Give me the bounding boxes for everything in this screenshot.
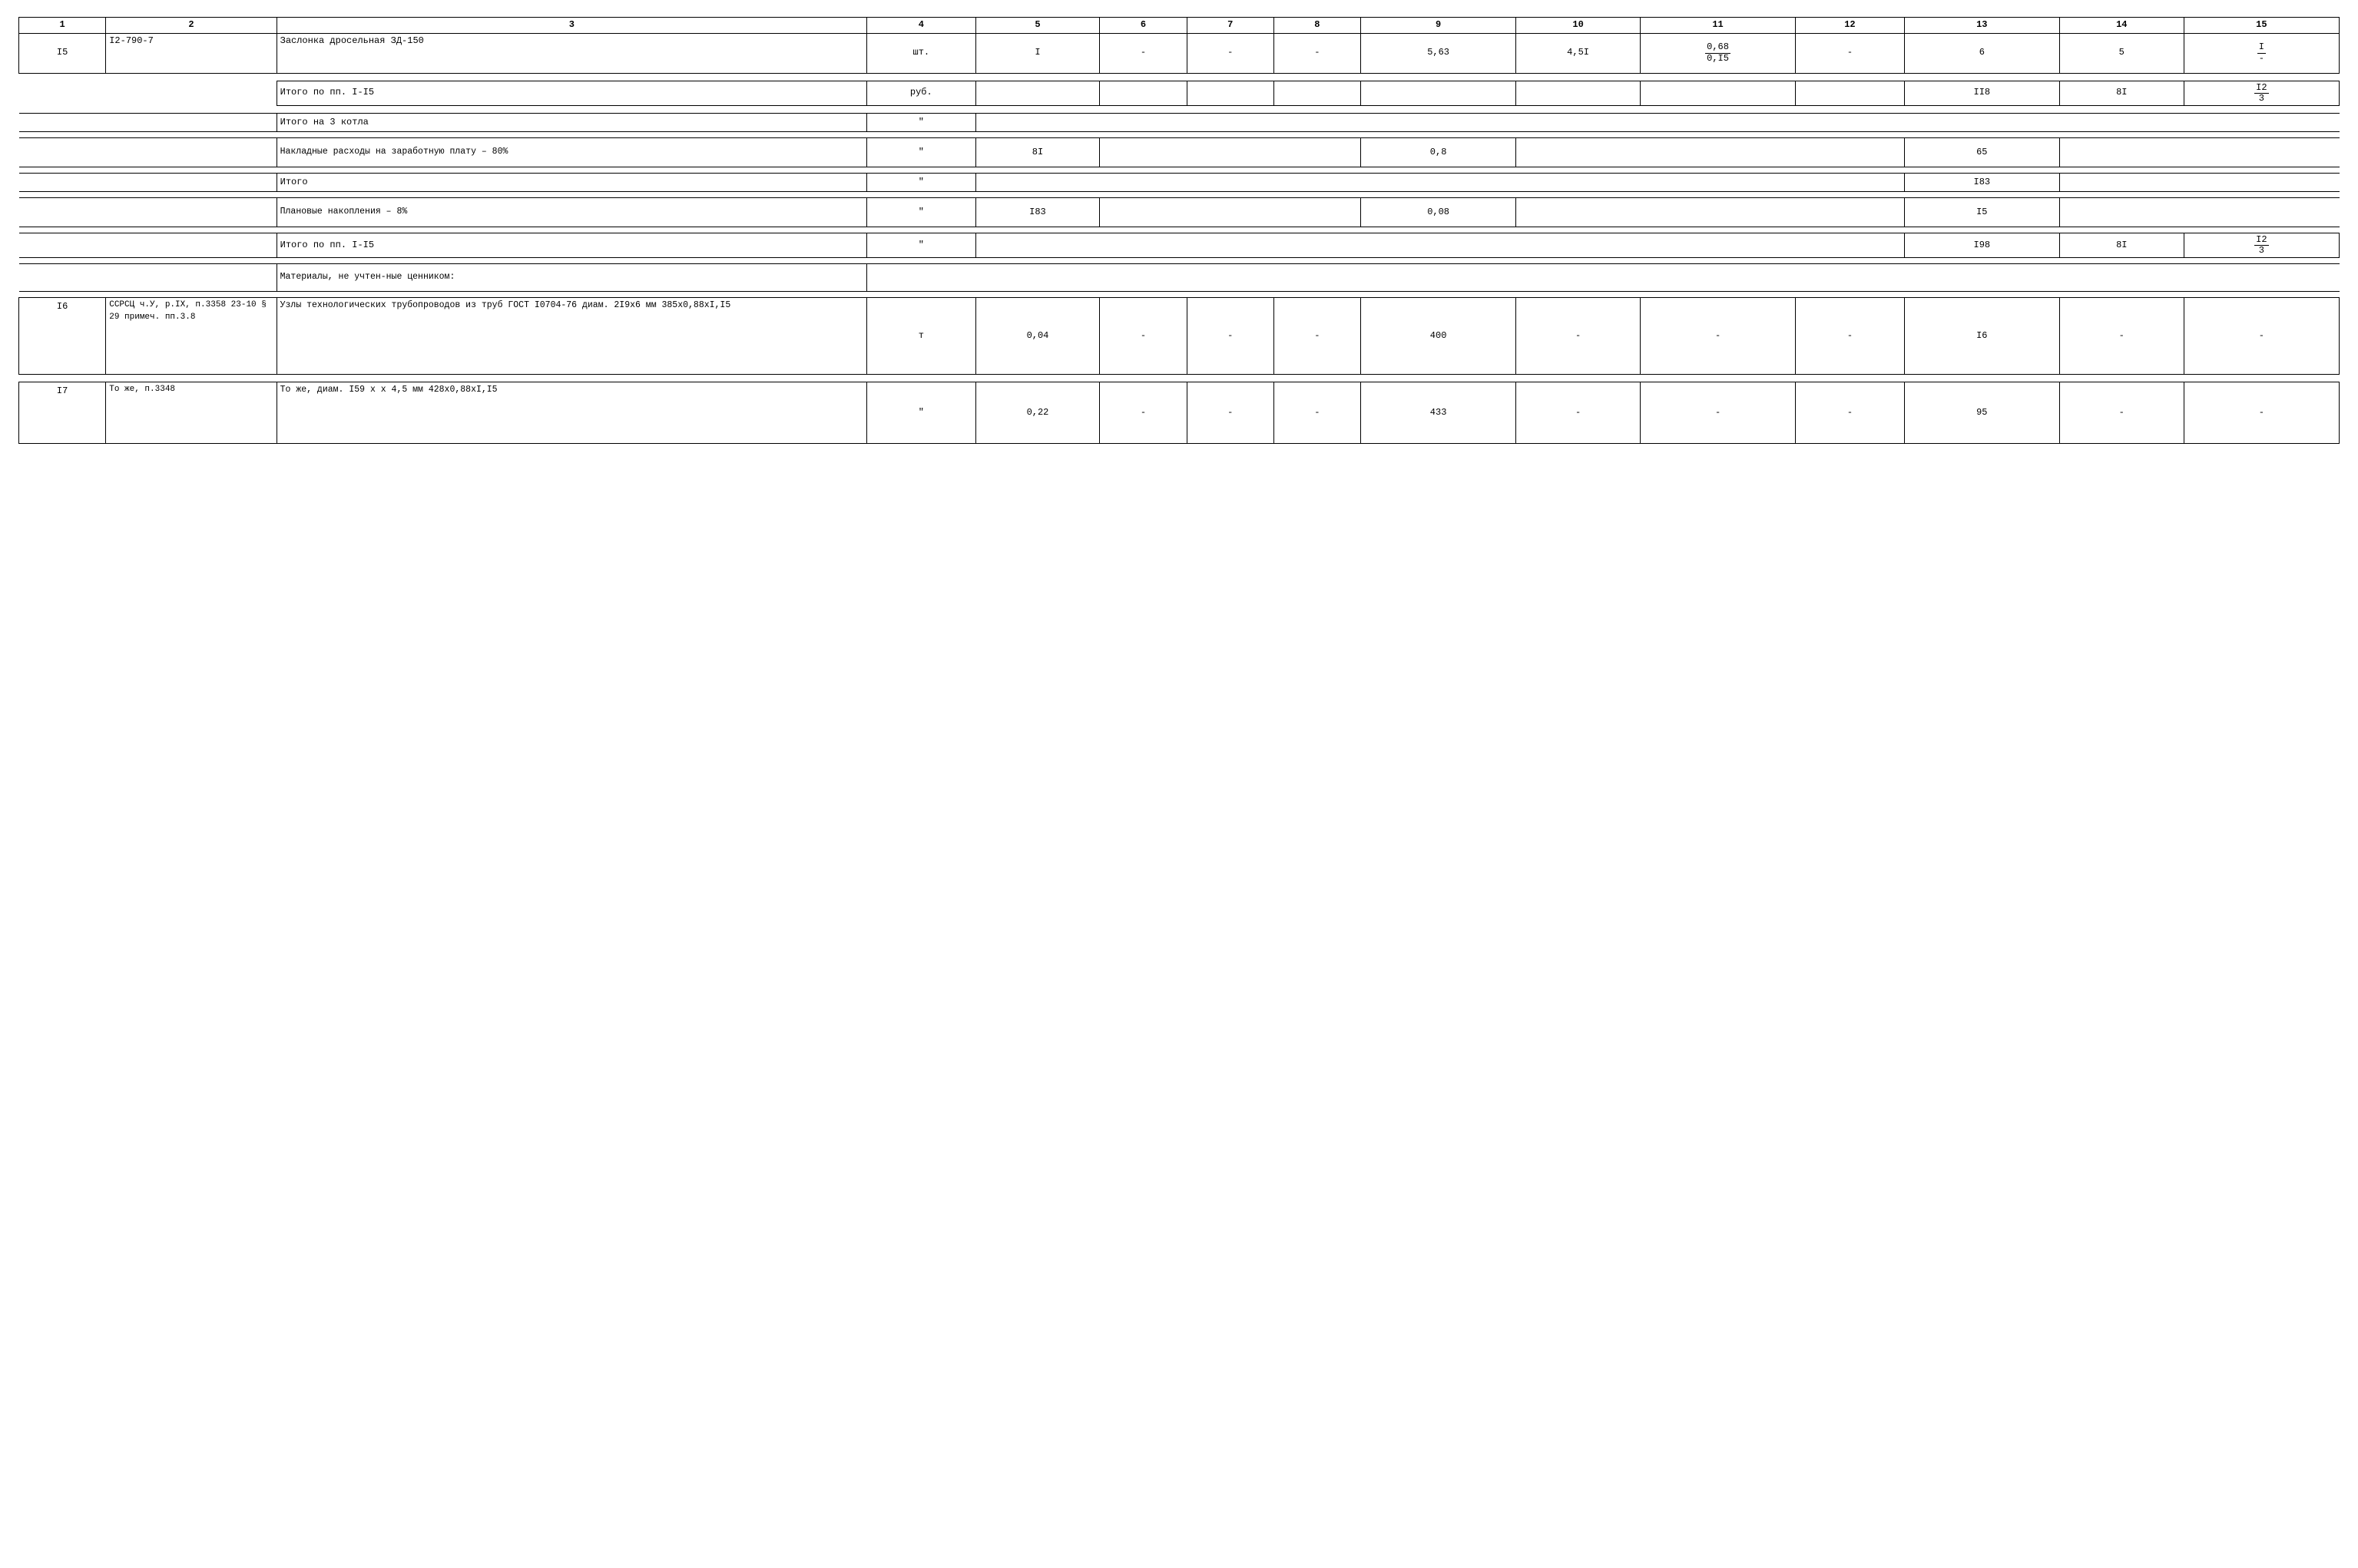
spacer-row xyxy=(19,105,2340,113)
col-header-6: 6 xyxy=(1100,18,1187,34)
spacer-row xyxy=(19,167,2340,173)
col-header-5: 5 xyxy=(975,18,1100,34)
spacer-row xyxy=(19,191,2340,197)
col-header-11: 11 xyxy=(1640,18,1795,34)
col-header-7: 7 xyxy=(1187,18,1273,34)
summary-row: Накладные расходы на заработную плату – … xyxy=(19,137,2340,167)
col-header-4: 4 xyxy=(867,18,976,34)
table-row: I5I2-790-7Заслонка дросельная ЗД-150шт.I… xyxy=(19,33,2340,73)
summary-row: Итого"I83 xyxy=(19,173,2340,191)
col-header-2: 2 xyxy=(106,18,277,34)
col-header-15: 15 xyxy=(2184,18,2339,34)
spacer-row xyxy=(19,258,2340,264)
summary-row: Итого на 3 котла" xyxy=(19,113,2340,131)
main-table: 1 2 3 4 5 6 7 8 9 10 11 12 13 14 15 I5I2… xyxy=(18,17,2340,444)
spacer-row xyxy=(19,73,2340,81)
col-header-9: 9 xyxy=(1361,18,1516,34)
col-header-1: 1 xyxy=(19,18,106,34)
col-header-10: 10 xyxy=(1516,18,1641,34)
col-header-3: 3 xyxy=(277,18,866,34)
col-header-14: 14 xyxy=(2059,18,2184,34)
table-row: I7То же, п.3348То же, диам. I59 х х 4,5 … xyxy=(19,382,2340,444)
spacer-row xyxy=(19,131,2340,137)
summary-row: Итого по пп. I-I5руб.II88II23 xyxy=(19,81,2340,105)
spacer-row xyxy=(19,292,2340,298)
summary-row: Плановые накопления – 8%"I830,08I5 xyxy=(19,197,2340,227)
section-header-row: Материалы, не учтен-ные ценником: xyxy=(19,264,2340,292)
summary-row: Итого по пп. I-I5"I988II23 xyxy=(19,233,2340,257)
spacer-row xyxy=(19,227,2340,233)
col-header-13: 13 xyxy=(1904,18,2059,34)
col-header-12: 12 xyxy=(1796,18,1905,34)
table-row: I6ССРСЦ ч.У, р.IX, п.3358 23-10 § 29 при… xyxy=(19,298,2340,375)
col-header-8: 8 xyxy=(1273,18,1360,34)
spacer-row xyxy=(19,375,2340,382)
header-row: 1 2 3 4 5 6 7 8 9 10 11 12 13 14 15 xyxy=(19,18,2340,34)
